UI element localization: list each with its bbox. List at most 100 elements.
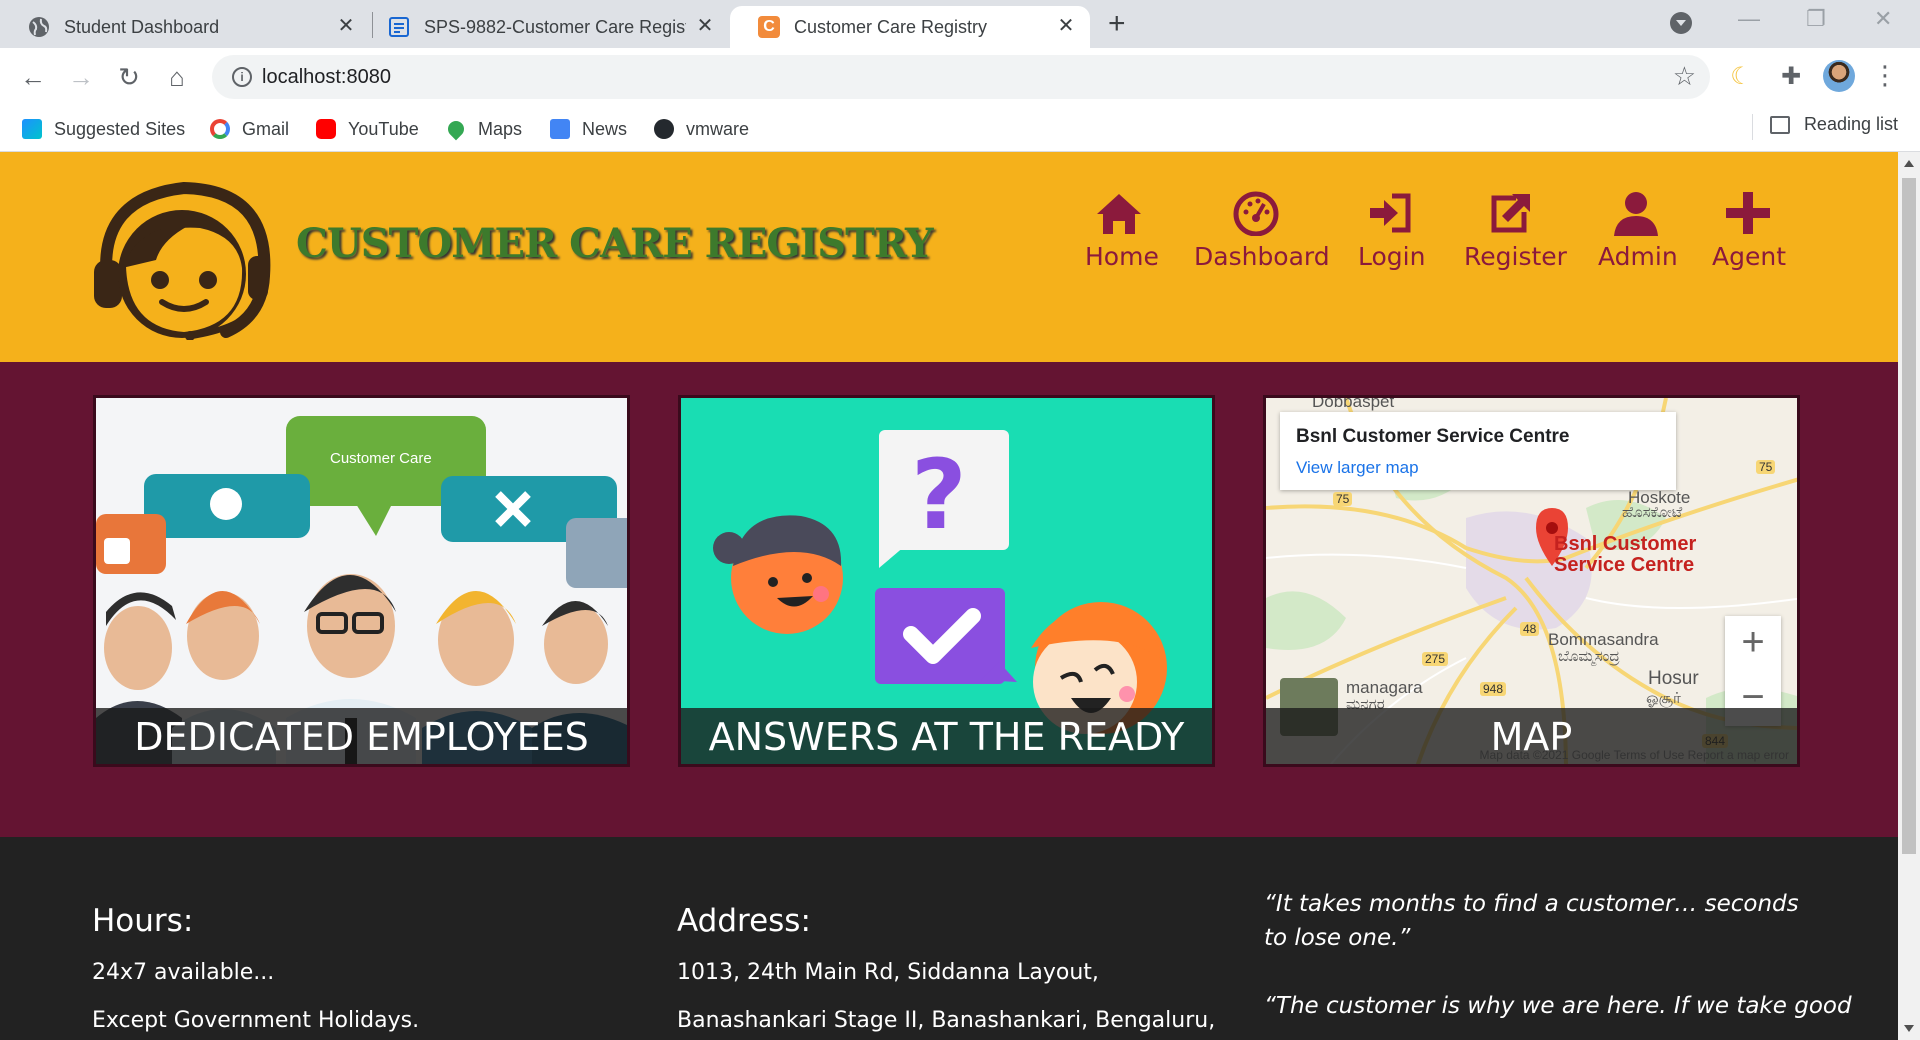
reload-icon[interactable]: ↻ [112, 60, 146, 94]
bookmark-label: vmware [686, 118, 750, 139]
scroll-down-arrow-icon[interactable] [1904, 1025, 1914, 1032]
tab-student-dashboard[interactable]: Student Dashboard ✕ [0, 6, 362, 48]
dashboard-gauge-icon [1233, 191, 1279, 236]
puzzle-extensions-icon[interactable]: ✚ [1776, 62, 1806, 92]
map-label: Hosur [1648, 668, 1699, 689]
bookmark-label: Suggested Sites [54, 118, 186, 139]
new-tab-plus-icon[interactable]: + [1108, 9, 1126, 39]
minimize-icon[interactable]: — [1738, 6, 1760, 32]
info-icon[interactable]: i [232, 67, 252, 87]
restore-icon[interactable]: ❐ [1806, 6, 1826, 32]
browser-toolbar: ← → ↻ ⌂ i localhost:8080 ☆ ☾ ✚ ⋮ [0, 48, 1920, 106]
address-bar[interactable]: i localhost:8080 ☆ [212, 55, 1710, 99]
address-line: Banashankari Stage II, Banashankari, Ben… [677, 1008, 1216, 1033]
map-attribution[interactable]: Map data ©2021 Google Terms of Use Repor… [1480, 748, 1789, 762]
feature-card-employees[interactable]: Customer Care DEDICATED EMPLOYEES [93, 395, 630, 767]
nav-label: Dashboard [1194, 242, 1330, 271]
moon-extension-icon[interactable]: ☾ [1726, 62, 1756, 92]
menu-kebab-icon[interactable]: ⋮ [1872, 60, 1898, 90]
plus-icon [1726, 192, 1770, 234]
bookmark-youtube[interactable]: YouTube [316, 114, 419, 144]
map-label: ஓசூர் [1646, 690, 1681, 707]
bookmark-maps[interactable]: Maps [444, 114, 523, 144]
home-icon [1097, 194, 1141, 234]
nav-agent[interactable]: Agent [1712, 190, 1786, 271]
globe-icon [29, 17, 49, 37]
external-edit-icon [1491, 194, 1530, 233]
reading-list-icon [1769, 115, 1790, 134]
window-close-icon[interactable]: ✕ [1874, 6, 1892, 32]
sign-in-icon [1370, 193, 1411, 233]
bookmark-gmail[interactable]: Gmail [210, 114, 289, 144]
bubble-text: Customer Care [330, 450, 432, 467]
google-g-icon [210, 119, 230, 139]
site-footer: Hours: 24x7 available... Except Governme… [0, 837, 1898, 1040]
features-section: Customer Care DEDICATED EMPLOYEES ? ANSW… [0, 362, 1898, 837]
feature-caption: DEDICATED EMPLOYEES [96, 708, 627, 764]
nav-label: Agent [1712, 242, 1786, 271]
road-badge: 48 [1520, 622, 1540, 636]
bookmark-vmware[interactable]: vmware [654, 114, 749, 144]
site-brand-title[interactable]: CUSTOMER CARE REGISTRY [296, 220, 933, 267]
scroll-up-arrow-icon[interactable] [1904, 160, 1914, 167]
bookmark-star-icon[interactable]: ☆ [1673, 61, 1696, 92]
feature-card-answers[interactable]: ? ANSWERS AT THE READY [678, 395, 1215, 767]
home-icon[interactable]: ⌂ [160, 60, 194, 94]
site-header: CUSTOMER CARE REGISTRY Home Dashboard Lo… [0, 152, 1898, 362]
bookmark-label: Gmail [242, 118, 290, 139]
page-scrollbar[interactable] [1898, 152, 1920, 1040]
feature-card-map[interactable]: Bsnl Customer Service Centre View larger… [1263, 395, 1800, 767]
svg-text:?: ? [911, 439, 967, 551]
forward-arrow-icon[interactable]: → [64, 60, 98, 94]
page-viewport: CUSTOMER CARE REGISTRY Home Dashboard Lo… [0, 152, 1898, 1040]
nav-label: Login [1358, 242, 1426, 271]
road-badge: 75 [1333, 492, 1353, 506]
nav-register[interactable]: Register [1464, 190, 1567, 271]
tab-search-icon[interactable] [1670, 12, 1692, 34]
user-icon [1614, 192, 1658, 236]
tab-title: SPS-9882-Customer Care Registr [424, 17, 686, 37]
scrollbar-thumb[interactable] [1902, 178, 1916, 854]
nav-label: Admin [1598, 242, 1678, 271]
bookmark-suggested-sites[interactable]: Suggested Sites [22, 114, 185, 144]
nav-admin[interactable]: Admin [1598, 190, 1678, 271]
bookmark-label: News [582, 118, 628, 139]
quote-text: “It takes months to find a customer… sec… [1264, 891, 1799, 951]
pin-label-line: Bsnl Customer [1554, 533, 1697, 555]
tab-customer-care-registry[interactable]: C Customer Care Registry ✕ [730, 6, 1090, 48]
road-badge: 75 [1756, 460, 1776, 474]
quote-text: “The customer is why we are here. If we … [1264, 993, 1852, 1019]
headset-person-logo-icon [94, 181, 271, 340]
close-icon[interactable]: ✕ [693, 14, 717, 38]
map-label: Bommasandra [1548, 630, 1659, 649]
map-label: ಹೊಸಕೋಟೆ [1622, 504, 1683, 521]
bookmarks-bar: Suggested Sites Gmail YouTube Maps News … [0, 106, 1920, 152]
maps-pin-icon [444, 117, 468, 141]
zoom-in-icon[interactable]: + [1725, 616, 1781, 671]
bing-icon [22, 119, 42, 139]
map-label: Dobbaspet [1312, 395, 1395, 411]
bookmarks-divider [1752, 114, 1753, 140]
bookmark-news[interactable]: News [550, 114, 627, 144]
map-place-title: Bsnl Customer Service Centre [1296, 426, 1570, 447]
nav-dashboard[interactable]: Dashboard [1194, 190, 1330, 271]
bookmark-label: YouTube [348, 118, 419, 139]
close-icon[interactable]: ✕ [334, 14, 358, 38]
view-larger-map-link[interactable]: View larger map [1296, 458, 1419, 478]
close-icon[interactable]: ✕ [1054, 14, 1078, 38]
nav-home[interactable]: Home [1085, 190, 1159, 271]
tab-title: Student Dashboard [64, 17, 220, 37]
nav-login[interactable]: Login [1358, 190, 1426, 271]
reading-list-label: Reading list [1803, 114, 1898, 134]
back-arrow-icon[interactable]: ← [16, 60, 50, 94]
url-text[interactable]: localhost:8080 [262, 66, 391, 89]
youtube-icon [316, 119, 336, 139]
tab-sps-9882[interactable]: SPS-9882-Customer Care Registr ✕ [360, 6, 730, 48]
feature-caption: ANSWERS AT THE READY [681, 708, 1212, 764]
profile-avatar[interactable] [1823, 60, 1855, 92]
pin-label-line: Service Centre [1554, 554, 1695, 576]
bookmark-label: Maps [478, 118, 523, 139]
road-badge: 948 [1480, 682, 1507, 696]
reading-list-button[interactable]: Reading list [1769, 114, 1898, 135]
document-icon [389, 17, 409, 37]
